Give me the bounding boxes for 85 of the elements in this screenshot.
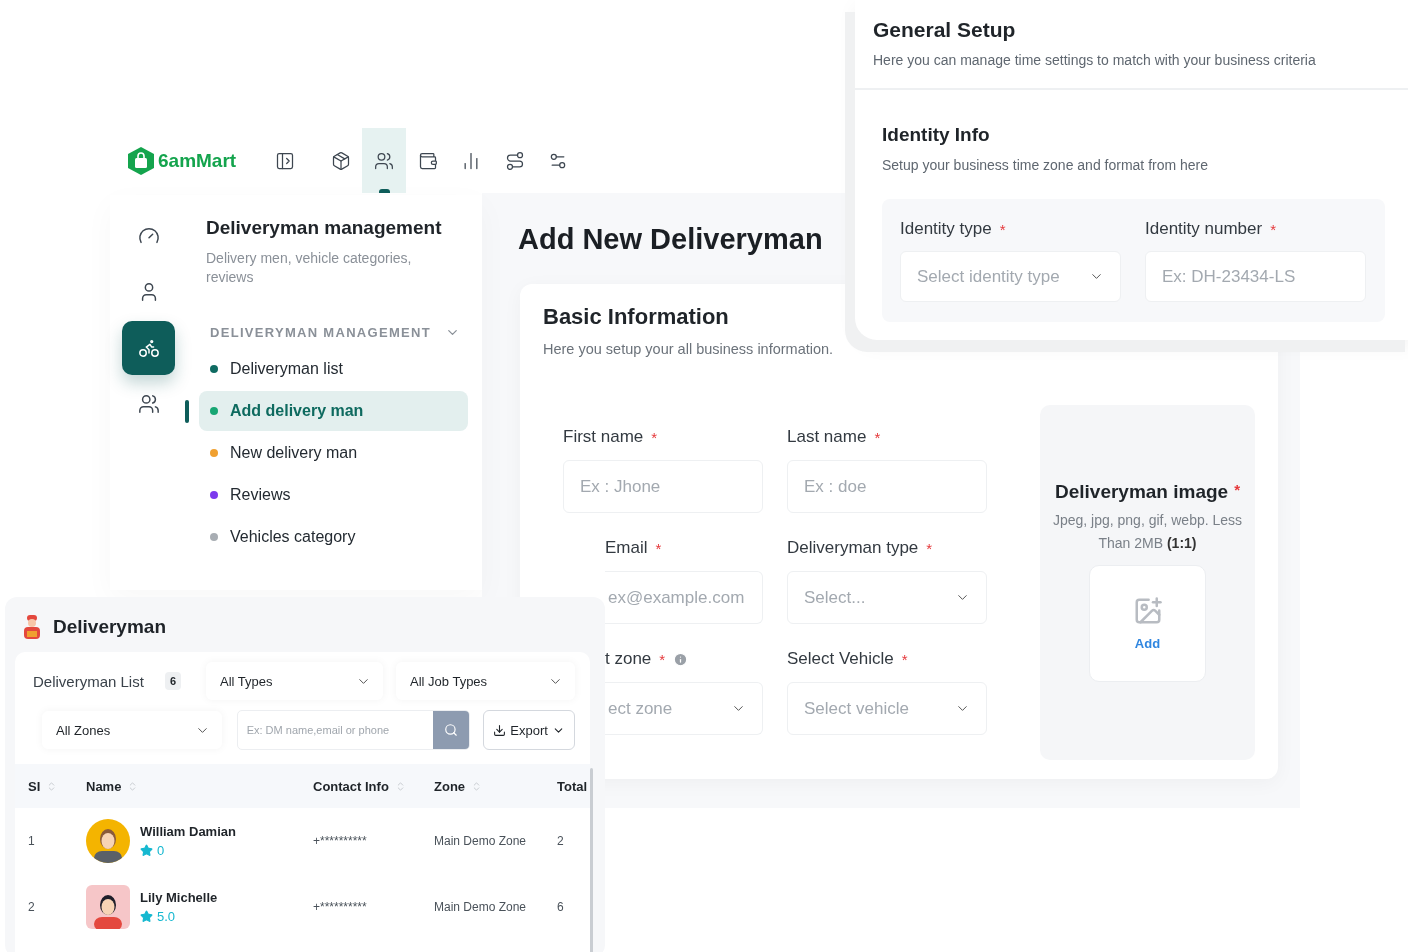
panel-title: Deliveryman — [53, 616, 166, 638]
upload-box[interactable]: Add — [1089, 565, 1206, 682]
column-header: Zone — [434, 778, 466, 794]
sidebar-subtitle: Delivery men, vehicle categories, reviews — [206, 249, 413, 287]
card-title: Basic Information — [543, 304, 730, 330]
rating-value: 0 — [157, 843, 165, 858]
active-indicator — [379, 189, 391, 193]
filter-select[interactable]: All Types — [206, 662, 383, 700]
section-subtitle: Setup your business time zone and format from here — [882, 157, 1210, 173]
field-label: Email — [605, 538, 648, 558]
input-field[interactable]: Ex : doe — [787, 460, 987, 513]
required-mark: * — [655, 539, 662, 557]
required-mark: * — [901, 650, 908, 668]
menu-item[interactable]: Vehicles category — [199, 517, 468, 557]
person-name: William Damian — [140, 824, 236, 839]
input-field[interactable]: ex@example.com — [605, 571, 763, 624]
card-subtitle: Here you setup your all business information. — [543, 341, 835, 357]
select-field[interactable]: Select... — [787, 571, 987, 624]
field-label: Deliveryman type — [787, 538, 919, 558]
input-field[interactable]: Ex : Jhone — [563, 460, 763, 513]
column-header: SI — [28, 778, 41, 794]
select-field[interactable]: ect zone — [605, 682, 763, 735]
page-title: Add New Deliveryman — [518, 223, 823, 256]
star-icon — [140, 844, 153, 857]
column-header: Name — [86, 778, 122, 794]
sidebar-toggle-icon — [275, 150, 296, 171]
required-mark: * — [874, 428, 881, 446]
table-cell-text: Main Demo Zone — [434, 900, 528, 914]
field-label: First name — [563, 427, 644, 447]
field-label: Identity number — [1145, 219, 1263, 239]
column-header: Contact Info — [313, 778, 389, 794]
field-label: Select Vehicle — [787, 649, 894, 669]
table-cell-text: +********** — [313, 834, 368, 848]
field-label: Identity type — [900, 219, 992, 239]
avatar-icon — [86, 819, 130, 863]
download-icon — [493, 723, 507, 737]
table-cell-text: 2 — [28, 900, 36, 914]
required-mark: * — [659, 650, 666, 668]
menu-item[interactable]: Deliveryman list — [199, 349, 468, 389]
person-name: Lily Michelle — [140, 890, 218, 905]
required-mark: * — [926, 539, 933, 557]
table-cell-text: 1 — [28, 834, 36, 848]
required-mark: * — [999, 220, 1006, 238]
avatar-icon — [86, 885, 130, 929]
table-cell-text: +********** — [313, 900, 368, 914]
nav-tab[interactable] — [362, 128, 406, 193]
list-title: Deliveryman List — [33, 672, 144, 690]
section-heading: DELIVERYMAN MANAGEMENT — [210, 325, 431, 340]
column-header: Total — [557, 778, 588, 794]
section-title: Identity Info — [882, 124, 991, 146]
required-mark: * — [1234, 481, 1240, 500]
panel-subtitle: Here you can manage time settings to match with your business criteria — [873, 52, 1317, 68]
panel-title: General Setup — [873, 18, 1017, 42]
star-icon — [140, 910, 153, 923]
image-hint: Jpeg, jpg, png, gif, webp. Less Than 2MB (1:1) — [1051, 511, 1244, 553]
route-icon — [504, 150, 525, 171]
delivery-person-icon — [23, 615, 41, 639]
menu-item[interactable]: New delivery man — [199, 433, 468, 473]
active-indicator — [185, 400, 189, 423]
table-cell-text: 2 — [557, 834, 565, 848]
table-cell-text: Main Demo Zone — [434, 834, 528, 848]
menu-item[interactable]: Reviews — [199, 475, 468, 515]
wallet-icon — [417, 150, 438, 171]
export-button[interactable]: Export — [483, 710, 575, 750]
rail-item[interactable] — [122, 321, 175, 375]
image-label: Deliveryman image — [1054, 481, 1229, 503]
users-icon — [374, 150, 395, 171]
filter-select[interactable]: All Zones — [42, 711, 222, 749]
select-field[interactable]: Select vehicle — [787, 682, 987, 735]
field-label: Last name — [787, 427, 867, 447]
logo-icon — [128, 146, 154, 175]
count-badge: 6 — [164, 672, 181, 690]
bicycle-icon — [137, 337, 160, 359]
table-cell-text: 6 — [557, 900, 565, 914]
filter-select[interactable]: All Job Types — [396, 662, 575, 700]
rating-value: 5.0 — [157, 909, 176, 924]
users-icon — [137, 393, 160, 415]
sidebar-title: Deliveryman management — [206, 217, 443, 239]
input-field[interactable]: Ex: DH-23434-LS — [1145, 251, 1366, 302]
select-field[interactable]: Select identity type — [900, 251, 1121, 302]
required-mark: * — [651, 428, 658, 446]
logo-text: 6amMart — [158, 149, 237, 172]
required-mark: * — [1270, 220, 1277, 238]
box-icon — [330, 150, 351, 171]
field-label: t zone — [605, 649, 652, 669]
